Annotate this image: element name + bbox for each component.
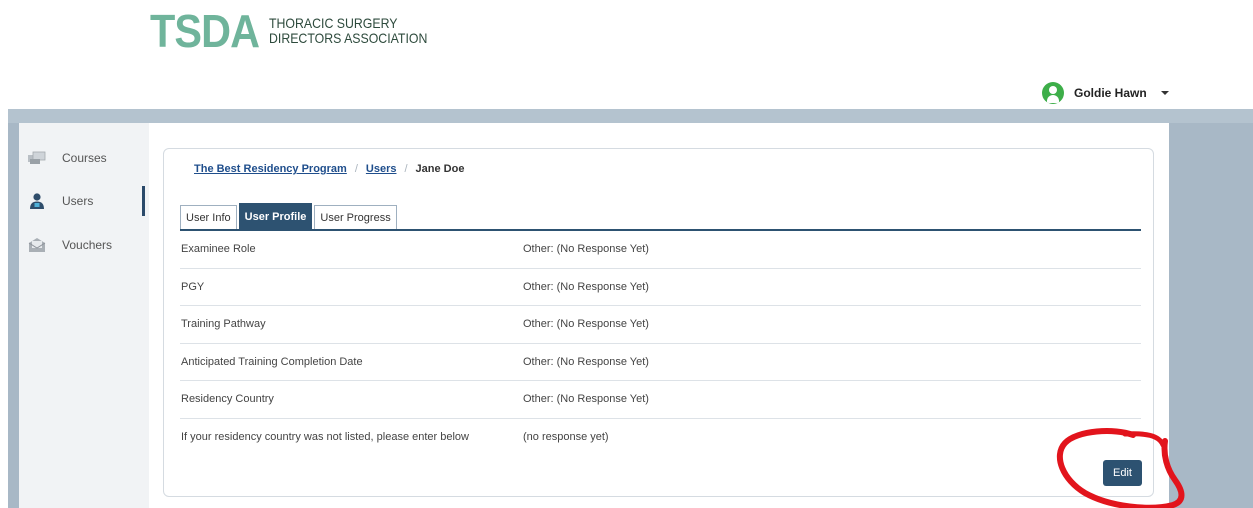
row-value: Other: (No Response Yet) xyxy=(523,355,649,368)
breadcrumb-users-link[interactable]: Users xyxy=(366,163,397,175)
row-value: Other: (No Response Yet) xyxy=(523,243,649,256)
logo-mark: TSDA xyxy=(150,5,260,57)
user-name: Goldie Hawn xyxy=(1074,86,1147,100)
profile-tabs: User Info User Profile User Progress xyxy=(180,202,399,230)
caret-down-icon xyxy=(1160,91,1169,95)
row-value: Other: (No Response Yet) xyxy=(523,318,649,331)
breadcrumb-program-link[interactable]: The Best Residency Program xyxy=(194,163,347,175)
content-background-top xyxy=(8,109,1253,123)
user-icon xyxy=(27,191,47,211)
row-label: If your residency country was not listed… xyxy=(181,431,469,444)
logo-line-2: DIRECTORS ASSOCIATION xyxy=(269,30,428,46)
logo-text: THORACIC SURGERY DIRECTORS ASSOCIATION xyxy=(269,16,427,46)
table-row: Residency Country Other: (No Response Ye… xyxy=(180,381,1141,419)
sidebar-item-label: Courses xyxy=(62,151,107,165)
sidebar: Courses Users Vouchers xyxy=(19,123,149,508)
row-label: Training Pathway xyxy=(181,318,266,331)
tsda-logo: TSDA THORACIC SURGERY DIRECTORS ASSOCIAT… xyxy=(150,8,449,54)
row-value: Other: (No Response Yet) xyxy=(523,280,649,293)
table-row: Training Pathway Other: (No Response Yet… xyxy=(180,306,1141,344)
profile-table: Examinee Role Other: (No Response Yet) P… xyxy=(180,231,1141,456)
page: TSDA THORACIC SURGERY DIRECTORS ASSOCIAT… xyxy=(0,0,1253,508)
row-label: Examinee Role xyxy=(181,243,256,256)
row-label: Anticipated Training Completion Date xyxy=(181,355,363,368)
tab-user-info[interactable]: User Info xyxy=(180,205,237,230)
breadcrumb: The Best Residency Program / Users / Jan… xyxy=(194,163,464,175)
courses-icon xyxy=(27,148,47,168)
main-panel: The Best Residency Program / Users / Jan… xyxy=(149,123,1169,508)
row-label: PGY xyxy=(181,280,205,293)
breadcrumb-separator: / xyxy=(354,163,358,175)
breadcrumb-current: Jane Doe xyxy=(415,163,465,175)
row-value: (no response yet) xyxy=(523,431,609,444)
sidebar-item-vouchers[interactable]: Vouchers xyxy=(19,230,149,260)
logo-line-1: THORACIC SURGERY xyxy=(269,15,398,31)
row-label: Residency Country xyxy=(181,393,274,406)
breadcrumb-separator: / xyxy=(404,163,408,175)
active-indicator xyxy=(142,186,145,216)
table-row: If your residency country was not listed… xyxy=(180,419,1141,457)
user-avatar-icon xyxy=(1042,82,1064,104)
sidebar-item-users[interactable]: Users xyxy=(19,186,149,216)
tab-user-progress[interactable]: User Progress xyxy=(314,205,397,230)
user-menu[interactable]: Goldie Hawn xyxy=(1042,82,1169,104)
voucher-icon xyxy=(27,235,47,255)
table-row: Examinee Role Other: (No Response Yet) xyxy=(180,231,1141,269)
sidebar-item-courses[interactable]: Courses xyxy=(19,143,149,173)
user-profile-card: The Best Residency Program / Users / Jan… xyxy=(163,148,1154,497)
table-row: Anticipated Training Completion Date Oth… xyxy=(180,344,1141,381)
sidebar-item-label: Vouchers xyxy=(62,238,113,252)
tab-user-profile[interactable]: User Profile xyxy=(238,203,313,230)
edit-button[interactable]: Edit xyxy=(1103,460,1142,486)
sidebar-item-label: Users xyxy=(62,194,94,208)
table-row: PGY Other: (No Response Yet) xyxy=(180,269,1141,306)
row-value: Other: (No Response Yet) xyxy=(523,393,649,406)
